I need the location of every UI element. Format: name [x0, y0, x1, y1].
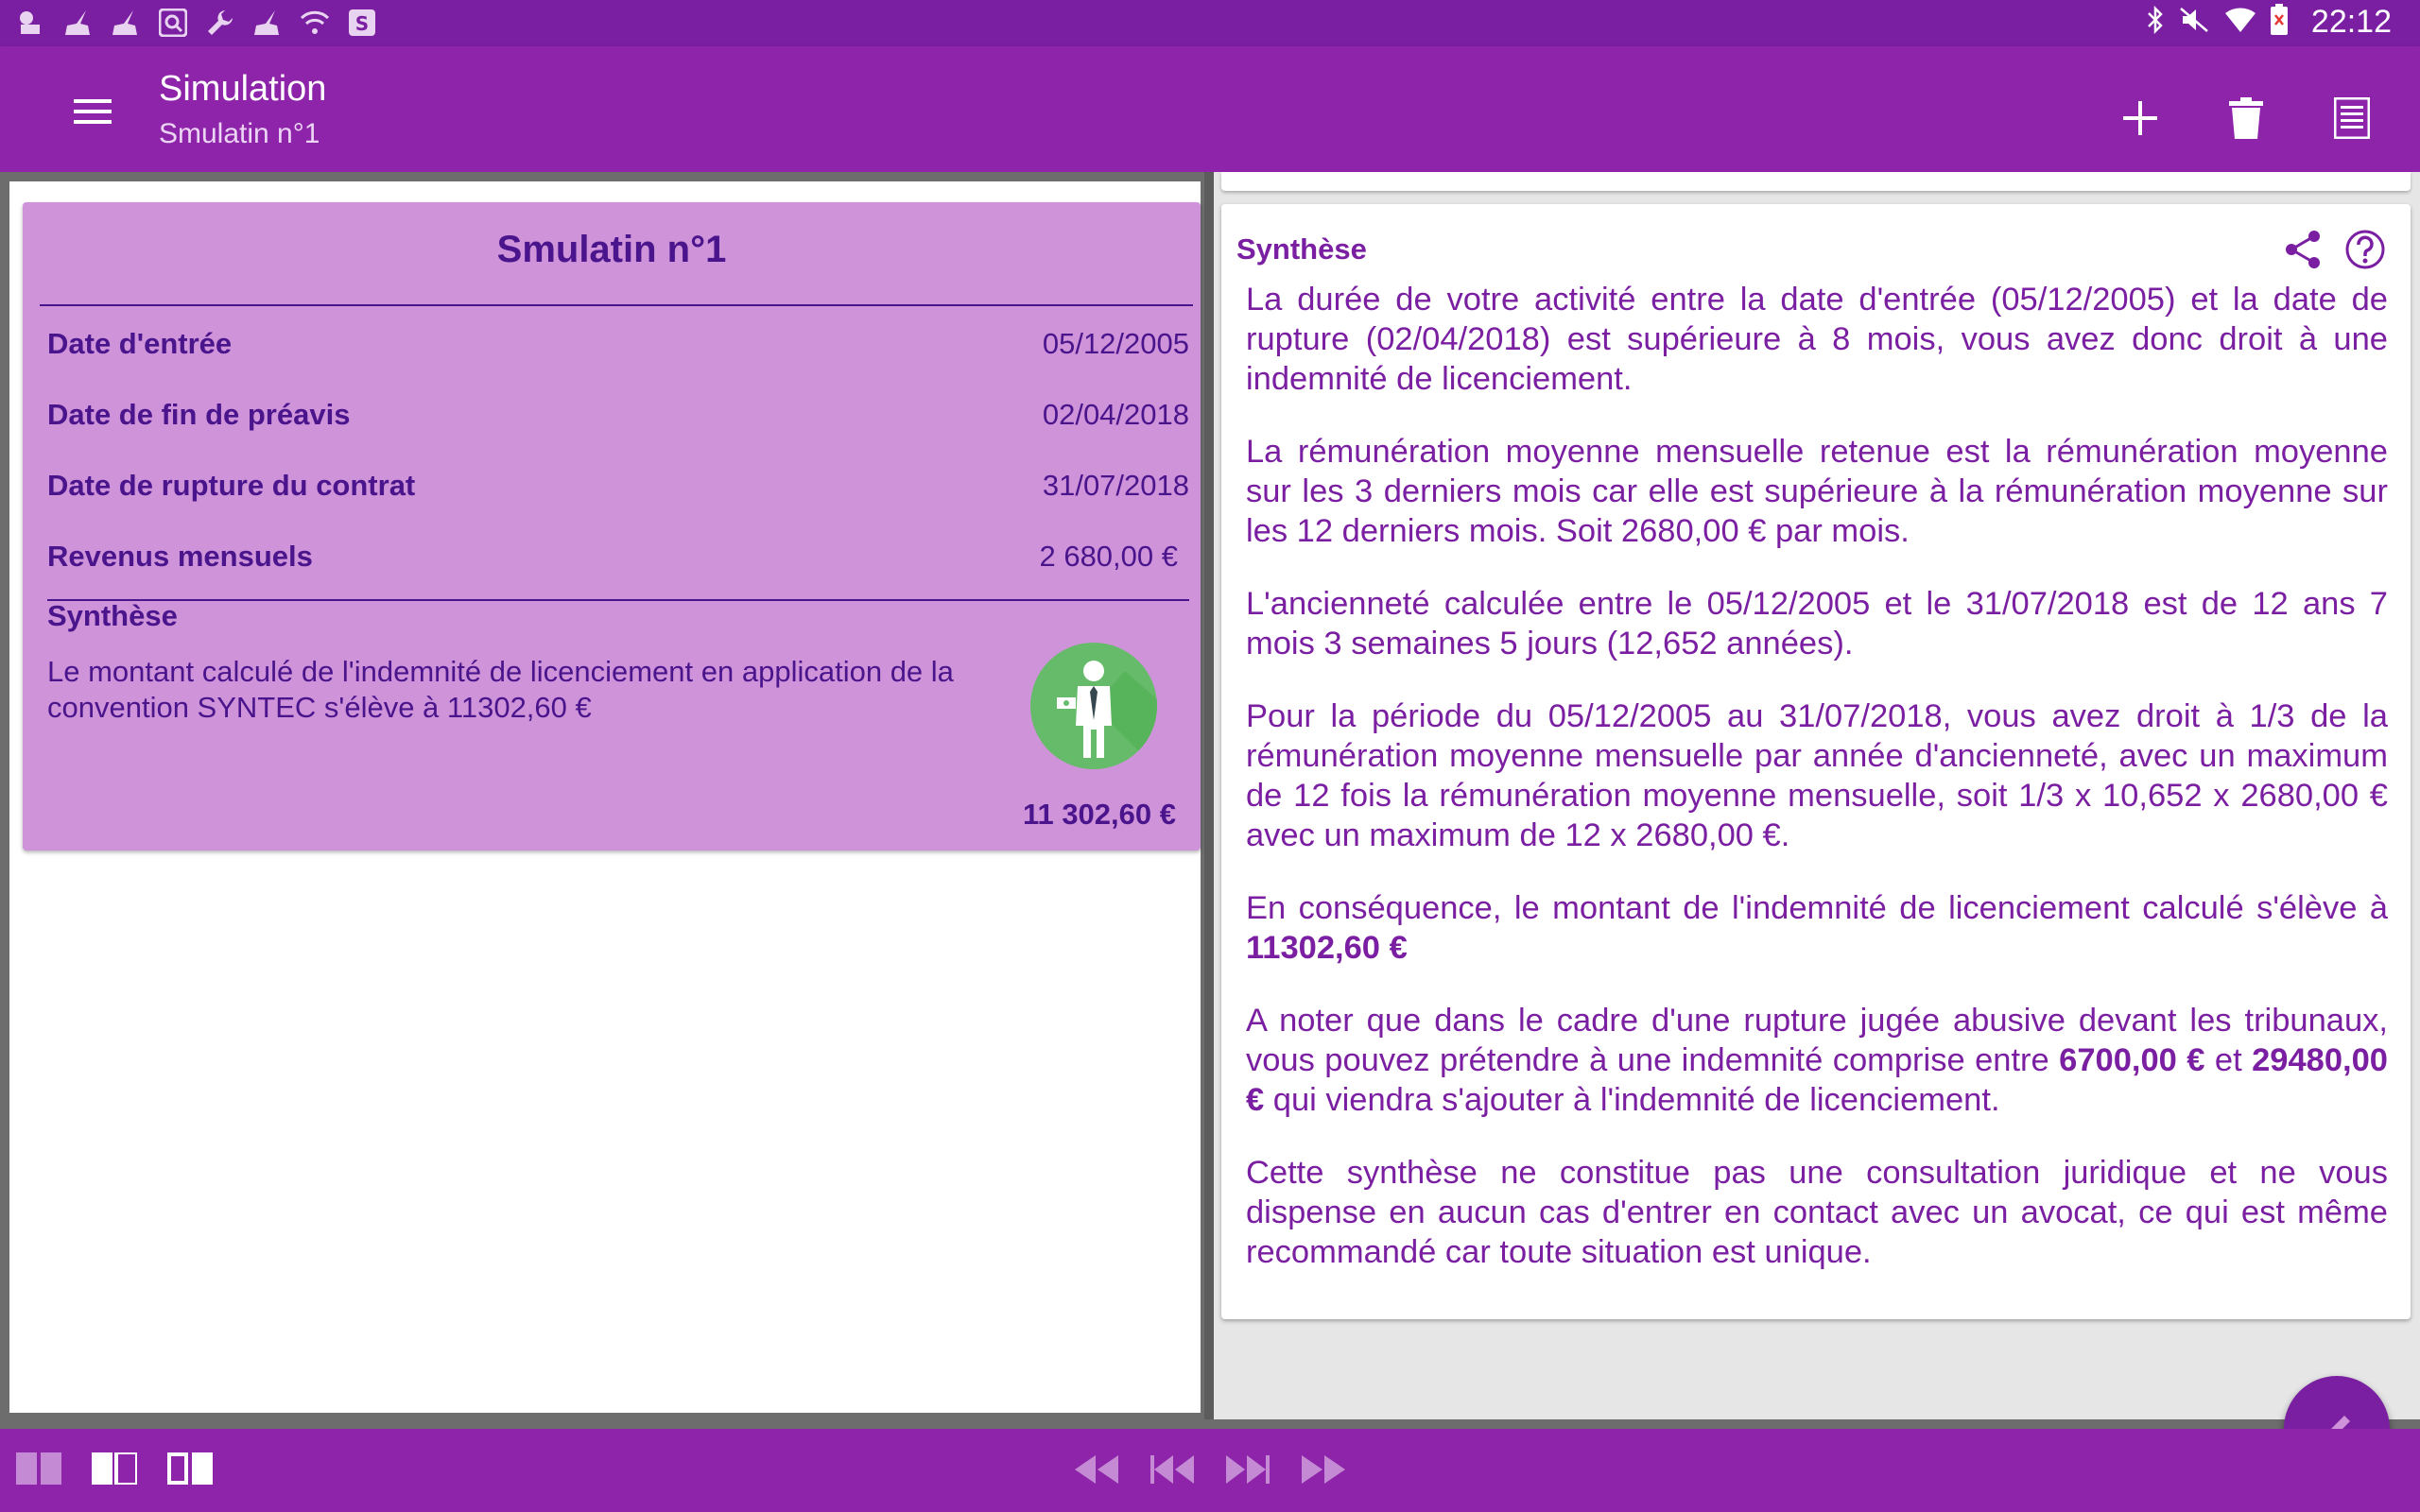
paragraph-text: qui viendra s'ajouter à l'indemnité de l…	[1264, 1082, 2000, 1118]
skip-next-icon	[1226, 1455, 1270, 1484]
simulation-card[interactable]: Smulatin n°1 Date d'entrée 05/12/2005 Da…	[23, 202, 1201, 850]
field-label: Date d'entrée	[47, 327, 233, 360]
status-clock: 22:12	[2310, 4, 2392, 40]
bluetooth-icon	[2145, 5, 2166, 40]
split-pane-button[interactable]	[91, 1450, 138, 1487]
s-app-icon: S	[344, 6, 380, 40]
synthese-heading: Synthèse	[47, 599, 178, 632]
field-row-revenus: Revenus mensuels 2 680,00 €	[47, 523, 1178, 591]
divider	[40, 304, 1193, 306]
field-label: Date de rupture du contrat	[47, 469, 416, 502]
indemnity-amount: 11302,60 €	[1246, 930, 1408, 966]
page-subtitle: Smulatin n°1	[159, 118, 320, 149]
field-value: 02/04/2018	[1042, 398, 1189, 431]
field-row-date-entree: Date d'entrée 05/12/2005	[47, 310, 1189, 378]
min-amount: 6700,00 €	[2059, 1042, 2205, 1078]
synthese-card-heading: Synthèse	[1236, 232, 1367, 266]
simulation-list-pane: Smulatin n°1 Date d'entrée 05/12/2005 Da…	[9, 181, 1201, 1413]
synthese-paragraph: Pour la période du 05/12/2005 au 31/07/2…	[1246, 698, 2388, 853]
split-pane-right-button[interactable]	[166, 1450, 214, 1487]
search-icon	[155, 6, 191, 40]
content-area: Smulatin n°1 Date d'entrée 05/12/2005 Da…	[0, 172, 2420, 1429]
paragraph-text: et	[2204, 1042, 2253, 1078]
synthese-paragraph: La durée de votre activité entre la date…	[1246, 282, 2388, 397]
page-title: Simulation	[159, 69, 327, 109]
menu-button[interactable]	[55, 88, 130, 135]
divider	[47, 599, 1189, 601]
previous-card	[1221, 172, 2411, 191]
notification-icon	[13, 6, 49, 40]
single-pane-button[interactable]	[15, 1450, 62, 1487]
add-icon	[2123, 101, 2157, 135]
broom-icon	[60, 6, 96, 40]
simulation-card-title: Smulatin n°1	[496, 228, 727, 270]
menu-icon	[74, 99, 112, 124]
mute-icon	[2179, 5, 2211, 40]
wrench-icon	[202, 6, 238, 40]
detail-pane: Synthèse La durée de votre activité entr…	[1214, 172, 2420, 1419]
synthese-paragraph: En conséquence, le montant de l'indemnit…	[1246, 888, 2388, 968]
svg-text:S: S	[355, 12, 369, 35]
field-label: Revenus mensuels	[47, 540, 313, 573]
help-icon	[2345, 230, 2385, 269]
fast-forward-button[interactable]	[1295, 1446, 1352, 1493]
total-amount: 11 302,60 €	[1022, 798, 1176, 831]
split-pane-icon	[92, 1452, 137, 1485]
notification-icons: S	[13, 6, 380, 40]
fast-forward-icon	[1302, 1455, 1345, 1484]
wifi-question-icon	[297, 6, 333, 40]
synthese-card: Synthèse La durée de votre activité entr…	[1221, 204, 2411, 1319]
field-row-date-fin-preavis: Date de fin de préavis 02/04/2018	[47, 381, 1189, 449]
status-bar: S 22:12	[0, 0, 2420, 46]
skip-previous-icon	[1150, 1455, 1194, 1484]
share-icon	[2286, 231, 2320, 268]
delete-icon	[2229, 97, 2263, 139]
field-value: 31/07/2018	[1042, 469, 1189, 502]
single-pane-icon	[16, 1452, 61, 1485]
add-button[interactable]	[2106, 84, 2174, 152]
synthese-paragraph: La rémunération moyenne mensuelle retenu…	[1246, 434, 2388, 549]
share-button[interactable]	[2276, 223, 2329, 276]
synthese-body: La durée de votre activité entre la date…	[1246, 280, 2388, 1305]
synthese-summary: Le montant calculé de l'indemnité de lic…	[47, 655, 954, 724]
synthese-paragraph: Cette synthèse ne constitue pas une cons…	[1246, 1155, 2388, 1270]
bottom-bar	[0, 1429, 2420, 1512]
broom-icon	[250, 6, 285, 40]
list-icon	[2334, 97, 2370, 139]
battery-icon	[2270, 4, 2289, 41]
field-row-date-rupture: Date de rupture du contrat 31/07/2018	[47, 452, 1189, 520]
wifi-icon	[2224, 6, 2256, 39]
rewind-icon	[1075, 1455, 1118, 1484]
synthese-paragraph: A noter que dans le cadre d'une rupture …	[1246, 1001, 2388, 1120]
field-value: 05/12/2005	[1042, 327, 1189, 360]
pane-divider[interactable]	[1204, 172, 1214, 1419]
field-value: 2 680,00 €	[1039, 540, 1178, 573]
paragraph-text: En conséquence, le montant de l'indemnit…	[1246, 890, 2388, 926]
field-label: Date de fin de préavis	[47, 398, 351, 431]
app-bar: Simulation Smulatin n°1	[0, 46, 2420, 172]
broom-icon	[108, 6, 144, 40]
list-button[interactable]	[2318, 84, 2386, 152]
skip-previous-button[interactable]	[1144, 1446, 1201, 1493]
delete-button[interactable]	[2212, 84, 2280, 152]
help-button[interactable]	[2339, 223, 2392, 276]
system-icons: 22:12	[2145, 4, 2392, 41]
split-pane-right-icon	[167, 1452, 213, 1485]
synthese-paragraph: L'ancienneté calculée entre le 05/12/200…	[1246, 586, 2388, 662]
rewind-button[interactable]	[1068, 1446, 1125, 1493]
skip-next-button[interactable]	[1219, 1446, 1276, 1493]
businessman-icon	[1030, 643, 1157, 769]
